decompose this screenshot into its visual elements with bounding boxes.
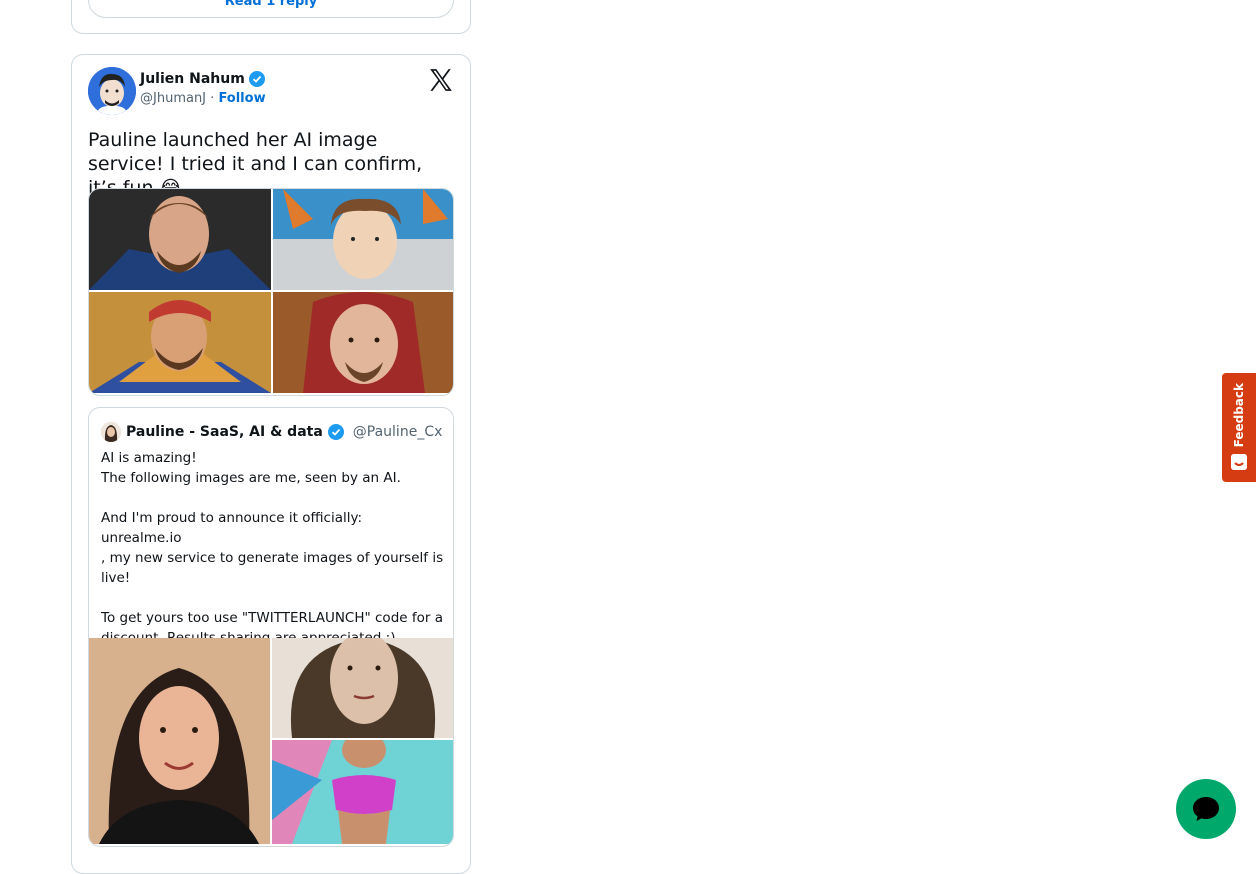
author-handle[interactable]: @JhumanJ: [140, 91, 206, 106]
read-reply-button[interactable]: Read 1 reply: [88, 0, 454, 18]
embedded-tweet[interactable]: Julien Nahum @JhumanJ · Follow Pauline l…: [71, 54, 471, 874]
quoted-verified-badge-icon: [327, 424, 344, 440]
tweet-image-4[interactable]: [273, 292, 453, 393]
tweet-image-grid: [88, 188, 454, 396]
author-name[interactable]: Julien Nahum: [140, 71, 245, 87]
chat-launcher-button[interactable]: [1176, 779, 1236, 839]
chat-bubble-icon: [1193, 797, 1219, 821]
quoted-image-1[interactable]: [89, 638, 270, 844]
feedback-tab[interactable]: Feedback: [1222, 373, 1256, 482]
quoted-image-grid: [89, 638, 453, 844]
feedback-label: Feedback: [1232, 383, 1246, 448]
quoted-image-2[interactable]: [272, 638, 453, 738]
tweet-image-1[interactable]: [89, 189, 271, 290]
previous-tweet-card: Read 1 reply: [71, 0, 471, 34]
tweet-image-2[interactable]: [273, 189, 453, 290]
quoted-image-3[interactable]: [272, 740, 453, 844]
quoted-tweet-header: Pauline - SaaS, AI & data @Pauline_Cx: [101, 422, 442, 442]
quoted-author-avatar: [101, 422, 121, 442]
tweet-image-3[interactable]: [89, 292, 271, 393]
quoted-author-name: Pauline - SaaS, AI & data: [126, 424, 323, 440]
quoted-tweet-text: AI is amazing! The following images are …: [101, 450, 444, 646]
follow-link[interactable]: Follow: [218, 91, 265, 106]
author-avatar[interactable]: [88, 67, 136, 115]
quoted-tweet[interactable]: Pauline - SaaS, AI & data @Pauline_Cx AI…: [88, 407, 454, 847]
feedback-icon: [1231, 454, 1247, 470]
x-logo-icon[interactable]: [428, 67, 454, 93]
handle-separator: ·: [210, 91, 215, 106]
quoted-author-handle: @Pauline_Cx: [352, 424, 443, 440]
tweet-header: Julien Nahum @JhumanJ · Follow: [88, 67, 454, 117]
verified-badge-icon: [248, 71, 265, 87]
